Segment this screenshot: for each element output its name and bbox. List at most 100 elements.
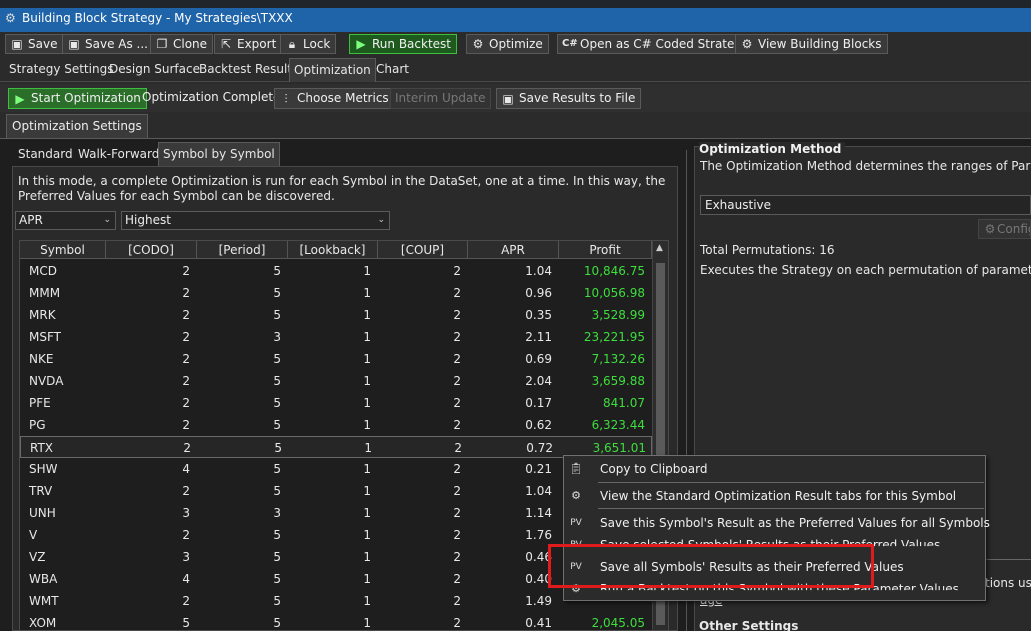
choose-metrics-button[interactable]: ⫶ Choose Metrics [274, 88, 395, 109]
table-row[interactable]: MCD 2 5 1 2 1.04 10,846.75 [20, 260, 652, 282]
table-row[interactable]: NKE 2 5 1 2 0.69 7,132.26 [20, 348, 652, 370]
table-cell: 10,056.98 [583, 286, 645, 300]
table-cell: 2 [453, 506, 461, 520]
column-header[interactable]: [Period] [197, 241, 288, 259]
column-header[interactable]: [Lookback] [288, 241, 378, 259]
clipboard-icon: 📋︎ [569, 462, 583, 475]
table-cell: 2 [182, 374, 190, 388]
column-header[interactable]: Symbol [20, 241, 106, 259]
menu-separator [598, 482, 984, 483]
metric-select[interactable]: APR ⌄ [15, 211, 116, 230]
column-header[interactable]: Profit [559, 241, 652, 259]
tab-symbol-by-symbol[interactable]: Symbol by Symbol [158, 142, 280, 166]
table-row[interactable]: WMT 2 5 1 2 1.49 [20, 590, 652, 612]
tab-design-surface[interactable]: Design Surface [105, 58, 204, 82]
table-cell: SHW [29, 462, 58, 476]
table-row[interactable]: RTX 2 5 1 2 0.72 3,651.01 [20, 436, 652, 458]
interim-update-button[interactable]: Interim Update [390, 88, 492, 109]
table-cell: 3 [273, 506, 281, 520]
run-backtest-button[interactable]: ▶ Run Backtest [349, 34, 458, 54]
table-cell: 2 [453, 264, 461, 278]
table-row[interactable]: NVDA 2 5 1 2 2.04 3,659.88 [20, 370, 652, 392]
table-cell: 0.35 [525, 308, 552, 322]
tab-standard[interactable]: Standard [14, 142, 77, 166]
table-cell: 2 [182, 330, 190, 344]
tab-backtest-results[interactable]: Backtest Results [195, 58, 302, 82]
table-cell: TRV [29, 484, 53, 498]
table-cell: 1 [363, 550, 371, 564]
table-cell: 5 [274, 441, 282, 455]
direction-select[interactable]: Highest ⌄ [121, 211, 390, 230]
tab-optimization-settings[interactable]: Optimization Settings [6, 114, 148, 138]
save-button[interactable]: ▣ Save [5, 34, 64, 54]
table-cell: 2 [182, 594, 190, 608]
table-row[interactable]: PG 2 5 1 2 0.62 6,323.44 [20, 414, 652, 436]
table-cell: 1 [363, 286, 371, 300]
table-row[interactable]: UNH 3 3 1 2 1.14 [20, 502, 652, 524]
table-cell: 5 [273, 374, 281, 388]
table-cell: XOM [29, 616, 57, 630]
table-cell: 3,528.99 [591, 308, 645, 322]
table-cell: 10,846.75 [583, 264, 645, 278]
optimization-method-select[interactable]: Exhaustive [700, 195, 1031, 215]
choose-metrics-label: Choose Metrics [297, 91, 389, 105]
column-header[interactable]: APR [468, 241, 559, 259]
start-optimization-button[interactable]: ▶ Start Optimization [8, 88, 147, 109]
table-cell: 5 [273, 352, 281, 366]
optimization-method-description: The Optimization Method determines the r… [700, 159, 1031, 173]
table-cell: 2 [182, 484, 190, 498]
table-cell: 1 [363, 594, 371, 608]
table-cell: 2 [453, 352, 461, 366]
table-cell: 5 [273, 308, 281, 322]
chevron-down-icon: ⌄ [377, 215, 385, 225]
table-row[interactable]: MMM 2 5 1 2 0.96 10,056.98 [20, 282, 652, 304]
start-icon: ▶ [15, 91, 25, 106]
save-results-button[interactable]: ▣ Save Results to File [496, 88, 642, 109]
optimize-button[interactable]: ⚙ Optimize [466, 34, 549, 54]
column-header[interactable]: [COUP] [378, 241, 468, 259]
table-row[interactable]: TRV 2 5 1 2 1.04 [20, 480, 652, 502]
export-button[interactable]: ⇱ Export [214, 34, 283, 54]
table-cell: MCD [29, 264, 57, 278]
context-menu-item[interactable]: PV Save this Symbol's Result as the Prefe… [564, 512, 990, 534]
clone-label: Clone [173, 37, 208, 51]
save-as-button[interactable]: ▣ Save As ... [62, 34, 154, 54]
table-cell: 0.69 [525, 352, 552, 366]
open-csharp-button[interactable]: C# Open as C# Coded Strategy [557, 34, 756, 54]
table-cell: 0.72 [526, 441, 553, 455]
table-cell: 6,323.44 [591, 418, 645, 432]
config-label: Config [997, 222, 1030, 236]
scroll-up-icon[interactable]: ▲ [656, 243, 663, 253]
table-row[interactable]: MSFT 2 3 1 2 2.11 23,221.95 [20, 326, 652, 348]
tab-strategy-settings[interactable]: Strategy Settings [5, 58, 117, 82]
table-row[interactable]: V 2 5 1 2 1.76 [20, 524, 652, 546]
table-cell: 2 [182, 528, 190, 542]
column-header[interactable]: [CODO] [106, 241, 197, 259]
table-cell: 1.04 [525, 484, 552, 498]
floppy-icon: ▣ [11, 37, 23, 51]
table-cell: 5 [273, 462, 281, 476]
chevron-down-icon: ⌄ [103, 215, 111, 225]
tab-walk-forward[interactable]: Walk-Forward [74, 142, 163, 166]
lock-button[interactable]: 🔒︎ Lock [280, 34, 337, 54]
table-cell: 2 [183, 441, 191, 455]
tab-chart[interactable]: Chart [372, 58, 413, 82]
optimization-method-title: Optimization Method [699, 142, 846, 156]
config-button[interactable]: ⚙Config [978, 219, 1031, 239]
table-cell: NKE [29, 352, 54, 366]
clone-button[interactable]: ❐ Clone [150, 34, 214, 54]
tab-optimization[interactable]: Optimization [289, 58, 376, 82]
floppy-icon: ▣ [68, 37, 80, 51]
view-building-blocks-button[interactable]: ⚙ View Building Blocks [735, 34, 888, 54]
table-cell: 1 [363, 396, 371, 410]
table-row[interactable]: XOM 5 5 1 2 0.41 2,045.05 [20, 612, 652, 630]
table-row[interactable]: PFE 2 5 1 2 0.17 841.07 [20, 392, 652, 414]
title-bar: ⚙ Building Block Strategy - My Strategie… [0, 0, 1031, 32]
table-cell: 5 [273, 396, 281, 410]
context-menu-item[interactable]: ⚙ View the Standard Optimization Result t… [564, 485, 985, 507]
table-row[interactable]: SHW 4 5 1 2 0.21 [20, 458, 652, 480]
background-strip [0, 0, 1031, 8]
sliders-icon: ⫶ [284, 91, 288, 106]
table-row[interactable]: MRK 2 5 1 2 0.35 3,528.99 [20, 304, 652, 326]
context-menu-item[interactable]: 📋︎ Copy to Clipboard [564, 458, 985, 480]
